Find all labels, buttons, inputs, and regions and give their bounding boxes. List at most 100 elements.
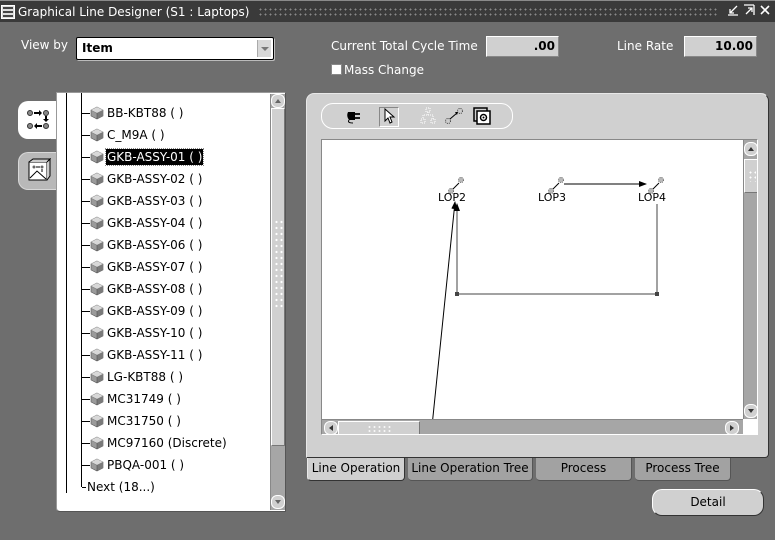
scroll-grip — [748, 170, 756, 182]
tree-item[interactable]: C_M9A ( ) — [82, 125, 166, 145]
hierarchy-icon — [419, 107, 437, 128]
title-bar-grip[interactable] — [257, 6, 717, 17]
tree-item[interactable]: GKB-ASSY-01 ( ) — [82, 147, 205, 167]
tree-item[interactable]: GKB-ASSY-03 ( ) — [82, 191, 203, 211]
tree-item[interactable]: GKB-ASSY-04 ( ) — [82, 213, 203, 233]
item-cube-icon — [90, 172, 104, 186]
scroll-up-button[interactable] — [271, 94, 285, 108]
flow-view-tab[interactable] — [18, 101, 58, 139]
canvas-scroll-right-button[interactable] — [725, 421, 739, 434]
item-cube-icon — [90, 304, 104, 318]
tree-item[interactable]: MC31749 ( ) — [82, 389, 182, 409]
edge-bend-point[interactable] — [455, 292, 459, 296]
pointer-icon — [382, 107, 396, 127]
title-bar: Graphical Line Designer (S1 : Laptops) — [0, 0, 775, 22]
item-cube-icon — [90, 106, 104, 120]
layout-tool-button[interactable] — [418, 107, 438, 127]
cycle-time-label: Current Total Cycle Time — [331, 39, 478, 53]
tree-item[interactable]: GKB-ASSY-10 ( ) — [82, 323, 203, 343]
tree-item[interactable]: GKB-ASSY-07 ( ) — [82, 257, 203, 277]
view-by-value: Item — [82, 41, 113, 55]
tree-item-label: PBQA-001 ( ) — [107, 458, 185, 472]
view-by-label: View by — [21, 38, 69, 52]
item-cube-icon — [90, 194, 104, 208]
tree-item[interactable]: BB-KBT88 ( ) — [82, 103, 185, 123]
tree-connector — [82, 420, 90, 422]
maximize-icon[interactable] — [741, 4, 757, 19]
tree-item[interactable]: PBQA-001 ( ) — [82, 455, 185, 475]
tab-line-operation-tree[interactable]: Line Operation Tree — [408, 458, 533, 481]
tree-connector — [82, 464, 90, 466]
tree-item[interactable]: GKB-ASSY-06 ( ) — [82, 235, 203, 255]
canvas-scroll-up-button[interactable] — [744, 142, 757, 156]
canvas-hscroll-thumb[interactable] — [338, 421, 420, 434]
tree-vertical-scrollbar[interactable] — [270, 94, 285, 510]
window-title: Graphical Line Designer (S1 : Laptops) — [18, 4, 250, 19]
tree-connector — [82, 376, 90, 378]
edge-LOP4-LOP2[interactable] — [454, 203, 658, 295]
cycle-time-field[interactable]: .00 — [486, 36, 559, 57]
minimize-icon[interactable] — [725, 4, 741, 19]
tree-item-label: GKB-ASSY-01 ( ) — [104, 148, 205, 166]
tree-item-label: BB-KBT88 ( ) — [107, 106, 184, 120]
tree-item-label: GKB-ASSY-09 ( ) — [107, 304, 203, 318]
line-operation-panel: LOP2 LOP3 LOP4 — [306, 93, 769, 458]
link-tool-button[interactable] — [444, 107, 464, 127]
tree-connector — [82, 332, 90, 334]
line-rate-field[interactable]: 10.00 — [684, 36, 757, 57]
chevron-down-icon[interactable] — [257, 40, 271, 57]
canvas-scroll-left-button[interactable] — [324, 421, 338, 434]
flow-arrows-icon — [26, 106, 52, 135]
tab-line-operation[interactable]: Line Operation — [307, 458, 405, 481]
tree-item[interactable]: LG-KBT88 ( ) — [82, 367, 184, 387]
item-cube-icon — [90, 436, 104, 450]
tree-item-label: MC97160 (Discrete) — [107, 436, 227, 450]
tree-connector — [82, 442, 90, 444]
diagram-canvas[interactable]: LOP2 LOP3 LOP4 — [321, 139, 758, 435]
link-nodes-icon — [444, 107, 464, 128]
item-cube-icon — [90, 348, 104, 362]
node-label-LOP2[interactable]: LOP2 — [438, 191, 466, 204]
tree-item[interactable]: GKB-ASSY-08 ( ) — [82, 279, 203, 299]
item-cube-icon — [90, 150, 104, 164]
tree-item-label: GKB-ASSY-11 ( ) — [107, 348, 203, 362]
edge-bend-point[interactable] — [655, 292, 659, 296]
scroll-grip — [274, 219, 283, 309]
item-cube-icon — [90, 238, 104, 252]
close-icon[interactable] — [757, 4, 773, 19]
view-by-select[interactable]: Item — [76, 37, 274, 60]
tree-item-label: GKB-ASSY-04 ( ) — [107, 216, 203, 230]
tree-item-label: MC31749 ( ) — [107, 392, 181, 406]
app-icon — [1, 4, 15, 19]
canvas-vertical-scrollbar[interactable] — [743, 140, 757, 419]
canvas-vscroll-thumb[interactable] — [744, 159, 757, 193]
tree-connector — [82, 310, 90, 312]
diagram-view-tab[interactable] — [18, 152, 58, 190]
edge-offscreen-LOP2[interactable] — [430, 201, 458, 435]
canvas-scroll-down-button[interactable] — [744, 404, 757, 418]
scroll-down-button[interactable] — [271, 495, 285, 509]
tree-item[interactable]: GKB-ASSY-09 ( ) — [82, 301, 203, 321]
tree-item[interactable]: MC31750 ( ) — [82, 411, 182, 431]
tree-connector — [82, 222, 90, 224]
tab-process-tree[interactable]: Process Tree — [635, 458, 731, 481]
tree-item[interactable]: GKB-ASSY-11 ( ) — [82, 345, 203, 365]
select-tool-button[interactable] — [379, 107, 399, 127]
tree-item[interactable]: GKB-ASSY-02 ( ) — [82, 169, 203, 189]
node-label-LOP4[interactable]: LOP4 — [638, 191, 666, 204]
properties-tool-button[interactable] — [472, 106, 492, 127]
canvas-horizontal-scrollbar[interactable] — [322, 419, 743, 434]
tab-process[interactable]: Process — [536, 458, 632, 481]
mass-change-checkbox[interactable] — [331, 64, 342, 75]
item-cube-icon — [90, 128, 104, 142]
connect-tool-button[interactable] — [344, 107, 364, 127]
tree-item[interactable]: MC97160 (Discrete) — [82, 433, 228, 453]
node-label-LOP3[interactable]: LOP3 — [538, 191, 566, 204]
tree-scroll-thumb[interactable] — [271, 108, 285, 446]
tree-next-link[interactable]: Next (18...) — [82, 477, 156, 497]
tree-connector — [82, 112, 90, 114]
item-tree[interactable]: BB-KBT88 ( ) C_M9A ( ) GKB-ASSY-01 ( ) GKB-… — [56, 92, 286, 512]
tree-connector — [82, 288, 90, 290]
detail-button[interactable]: Detail — [652, 489, 764, 516]
item-cube-icon — [90, 260, 104, 274]
